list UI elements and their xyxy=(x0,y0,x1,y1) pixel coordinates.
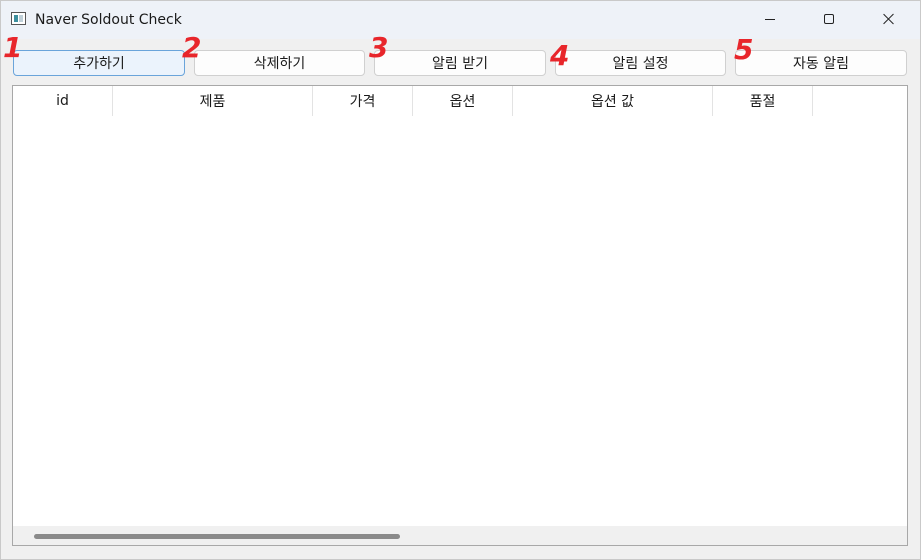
column-header-option[interactable]: 옵션 xyxy=(413,86,513,116)
close-button[interactable] xyxy=(866,1,912,37)
column-header-option-value[interactable]: 옵션 값 xyxy=(513,86,713,116)
app-window-icon xyxy=(11,12,26,25)
main-content: 추가하기 삭제하기 알림 받기 알림 설정 자동 알림 1 2 3 4 5 id… xyxy=(1,33,920,559)
annotation-4: 4 xyxy=(550,39,570,72)
column-header-product[interactable]: 제품 xyxy=(113,86,313,116)
annotation-3: 3 xyxy=(369,31,389,64)
column-header-id[interactable]: id xyxy=(13,86,113,116)
add-button[interactable]: 추가하기 xyxy=(13,50,185,76)
annotation-1: 1 xyxy=(3,31,23,64)
auto-alert-button[interactable]: 자동 알림 xyxy=(735,50,907,76)
annotation-5: 5 xyxy=(734,33,754,66)
minimize-icon xyxy=(765,18,775,20)
window-title: Naver Soldout Check xyxy=(35,12,182,28)
alert-settings-button[interactable]: 알림 설정 xyxy=(555,50,726,76)
minimize-button[interactable] xyxy=(747,1,793,37)
horizontal-scrollbar[interactable] xyxy=(13,526,907,545)
product-table[interactable]: id 제품 가격 옵션 옵션 값 품절 xyxy=(12,85,908,546)
delete-button[interactable]: 삭제하기 xyxy=(194,50,365,76)
annotation-2: 2 xyxy=(182,31,202,64)
column-header-price[interactable]: 가격 xyxy=(313,86,413,116)
receive-alert-button[interactable]: 알림 받기 xyxy=(374,50,546,76)
close-icon xyxy=(883,13,895,25)
table-header: id 제품 가격 옵션 옵션 값 품절 xyxy=(13,86,907,116)
app-window: Naver Soldout Check 추가하기 삭제하기 알림 받기 알림 설… xyxy=(0,0,921,560)
maximize-button[interactable] xyxy=(806,1,852,37)
title-bar[interactable]: Naver Soldout Check xyxy=(1,1,920,39)
column-header-soldout[interactable]: 품절 xyxy=(713,86,813,116)
maximize-icon xyxy=(824,14,834,24)
scrollbar-thumb[interactable] xyxy=(34,534,400,539)
